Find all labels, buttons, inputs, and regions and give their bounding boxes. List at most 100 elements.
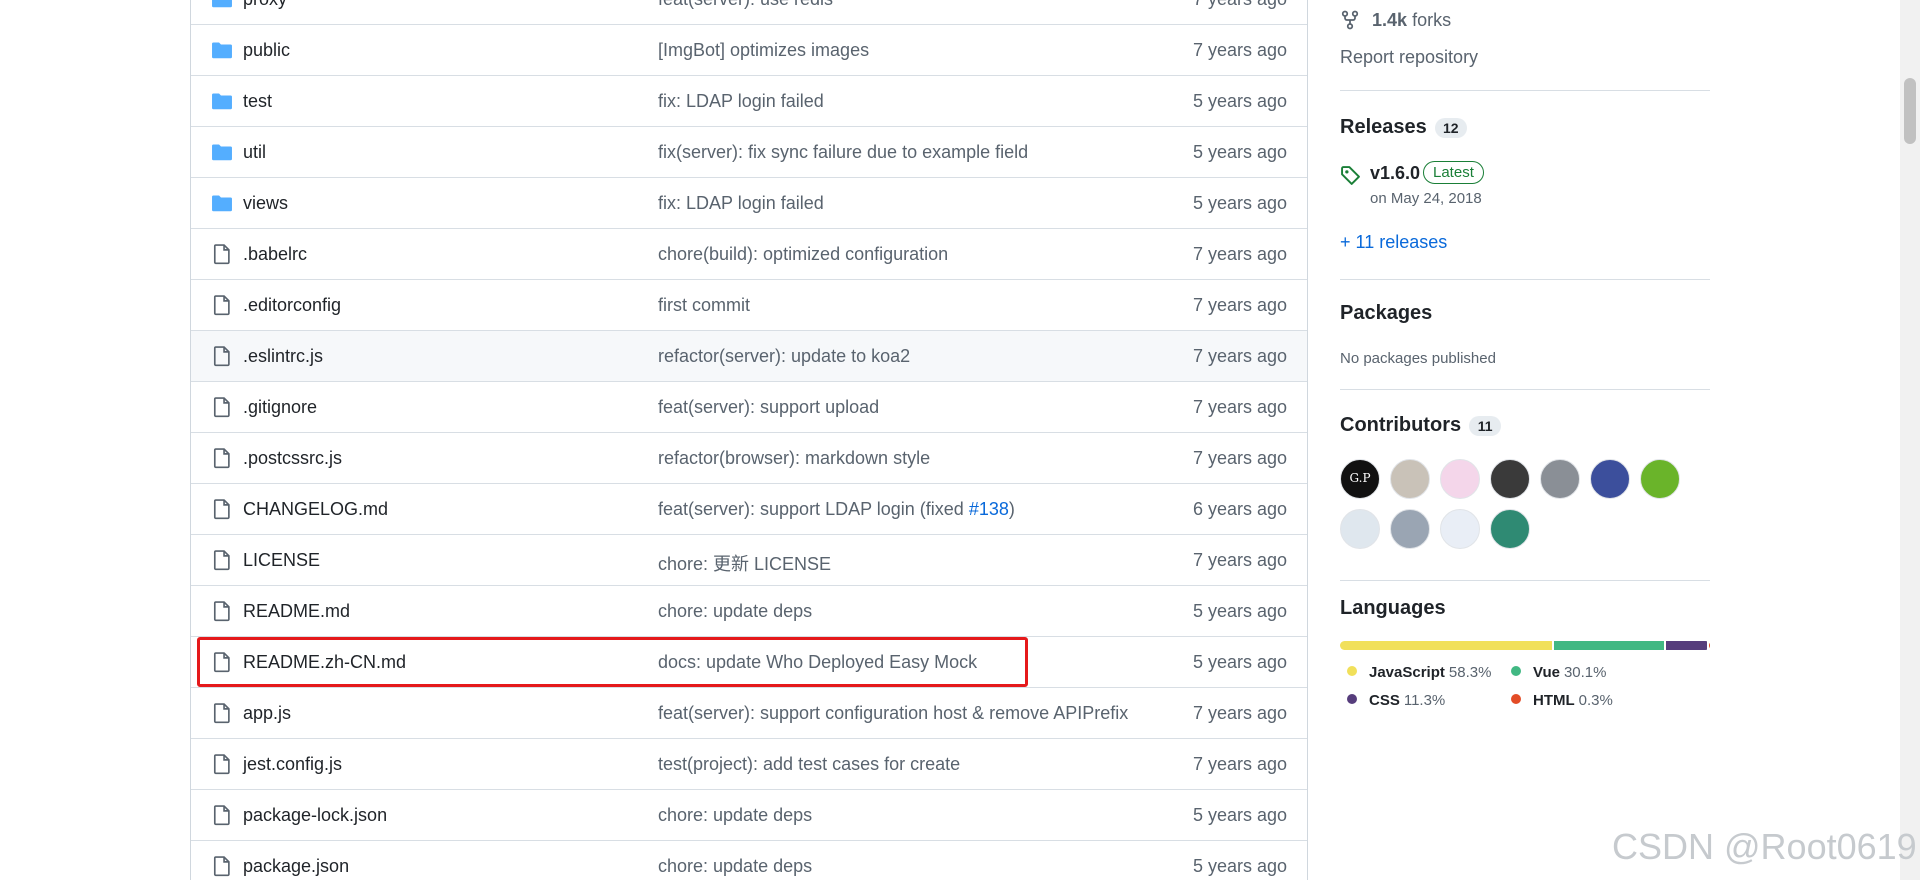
contributor-avatar[interactable]: G.P [1340, 459, 1380, 499]
file-name-link[interactable]: .editorconfig [243, 295, 341, 316]
file-name-link[interactable]: util [243, 142, 266, 163]
file-icon [211, 549, 233, 571]
commit-age: 7 years ago [1192, 244, 1287, 264]
file-name-link[interactable]: .eslintrc.js [243, 346, 323, 367]
file-name-link[interactable]: .babelrc [243, 244, 307, 265]
file-name-link[interactable]: jest.config.js [243, 754, 342, 775]
no-packages-text: No packages published [1340, 350, 1496, 367]
language-item[interactable]: CSS 11.3% [1347, 692, 1445, 709]
commit-message-link[interactable]: feat(server): support configuration host… [658, 703, 1128, 724]
more-releases-link[interactable]: + 11 releases [1340, 232, 1447, 253]
file-name-link[interactable]: .postcssrc.js [243, 448, 342, 469]
language-item[interactable]: HTML 0.3% [1511, 692, 1613, 709]
commit-message-text: fix: LDAP login failed [658, 91, 824, 111]
contributors-heading[interactable]: Contributors 11 [1340, 414, 1502, 437]
commit-message-link[interactable]: feat(server): support LDAP login (fixed … [658, 499, 1015, 520]
file-row[interactable]: public [ImgBot] optimizes images 7 years a… [191, 25, 1307, 76]
releases-title: Releases [1340, 116, 1427, 138]
file-row[interactable]: LICENSE chore: 更新 LICENSE 7 years ago [191, 535, 1307, 586]
contributor-avatar[interactable] [1640, 459, 1680, 499]
commit-message-link[interactable]: docs: update Who Deployed Easy Mock [658, 652, 977, 673]
file-row[interactable]: CHANGELOG.md feat(server): support LDAP l… [191, 484, 1307, 535]
file-name-link[interactable]: LICENSE [243, 550, 320, 571]
forks-link[interactable]: 1.4k forks [1372, 10, 1451, 31]
language-percent: 11.3% [1403, 692, 1446, 709]
commit-message-link[interactable]: feat(server): use redis [658, 0, 833, 10]
report-repository-link[interactable]: Report repository [1340, 47, 1478, 68]
commit-message-link[interactable]: fix: LDAP login failed [658, 193, 824, 214]
commit-message-link[interactable]: refactor(server): update to koa2 [658, 346, 910, 367]
file-row[interactable]: README.md chore: update deps 5 years ago [191, 586, 1307, 637]
folder-icon [211, 192, 233, 214]
file-row[interactable]: .gitignore feat(server): support upload 7 … [191, 382, 1307, 433]
commit-message-text: chore(build): optimized configuration [658, 244, 949, 264]
file-row[interactable]: test fix: LDAP login failed 5 years ago [191, 76, 1307, 127]
commit-message-link[interactable]: chore: update deps [658, 601, 812, 622]
file-name-link[interactable]: test [243, 91, 272, 112]
commit-message-link[interactable]: [ImgBot] optimizes images [658, 40, 869, 61]
commit-message-text: [ImgBot] optimizes images [658, 40, 870, 60]
packages-heading[interactable]: Packages [1340, 302, 1432, 325]
contributor-avatar[interactable] [1490, 459, 1530, 499]
file-name-link[interactable]: package.json [243, 856, 349, 877]
file-row[interactable]: views fix: LDAP login failed 5 years ago [191, 178, 1307, 229]
commit-message-link[interactable]: chore: update deps [658, 805, 812, 826]
commit-message-link[interactable]: chore: update deps [658, 856, 812, 877]
commit-age: 5 years ago [1192, 652, 1287, 672]
issue-link[interactable]: #138 [969, 499, 1009, 519]
file-name-link[interactable]: package-lock.json [243, 805, 387, 826]
languages-bar [1340, 641, 1710, 650]
commit-message-link[interactable]: first commit [658, 295, 750, 316]
commit-message-link[interactable]: chore(build): optimized configuration [658, 244, 948, 265]
commit-message-link[interactable]: chore: 更新 LICENSE [658, 550, 831, 576]
language-name: CSS [1369, 692, 1400, 709]
file-row[interactable]: package-lock.json chore: update deps 5 yea… [191, 790, 1307, 841]
scrollbar-thumb[interactable] [1904, 78, 1916, 144]
file-row[interactable]: util fix(server): fix sync failure due to… [191, 127, 1307, 178]
file-name-link[interactable]: README.zh-CN.md [243, 652, 406, 673]
commit-message-link[interactable]: refactor(browser): markdown style [658, 448, 930, 469]
commit-message-link[interactable]: test(project): add test cases for create [658, 754, 960, 775]
file-row[interactable]: .eslintrc.js refactor(server): update to … [191, 331, 1307, 382]
commit-message-link[interactable]: feat(server): support upload [658, 397, 879, 418]
file-row[interactable]: app.js feat(server): support configuratio… [191, 688, 1307, 739]
file-name-link[interactable]: README.md [243, 601, 350, 622]
file-name-link[interactable]: proxy [243, 0, 287, 10]
contributor-avatar[interactable] [1340, 509, 1380, 549]
contributor-avatar[interactable] [1440, 459, 1480, 499]
commit-message-text: chore: 更新 LICENSE [658, 554, 832, 574]
contributor-avatar[interactable] [1390, 509, 1430, 549]
file-name-link[interactable]: app.js [243, 703, 291, 724]
language-item[interactable]: JavaScript 58.3% [1347, 664, 1491, 681]
contributor-avatar[interactable] [1590, 459, 1630, 499]
language-item[interactable]: Vue 30.1% [1511, 664, 1607, 681]
commit-age: 5 years ago [1192, 856, 1287, 876]
file-row[interactable]: jest.config.js test(project): add test ca… [191, 739, 1307, 790]
file-row[interactable]: package.json chore: update deps 5 years ag… [191, 841, 1307, 880]
commit-message-link[interactable]: fix(server): fix sync failure due to exa… [658, 142, 1028, 163]
language-name: JavaScript [1369, 664, 1445, 681]
commit-message-link[interactable]: fix: LDAP login failed [658, 91, 824, 112]
commit-message-text: chore: update deps [658, 805, 813, 825]
file-name-link[interactable]: .gitignore [243, 397, 317, 418]
file-name-link[interactable]: views [243, 193, 288, 214]
contributor-avatar[interactable] [1440, 509, 1480, 549]
latest-badge: Latest [1423, 161, 1484, 184]
page-scrollbar[interactable] [1900, 0, 1920, 880]
contributor-avatar[interactable] [1390, 459, 1430, 499]
contributor-avatar[interactable] [1540, 459, 1580, 499]
file-name-link[interactable]: CHANGELOG.md [243, 499, 388, 520]
file-row[interactable]: .babelrc chore(build): optimized configur… [191, 229, 1307, 280]
latest-release-link[interactable]: v1.6.0 [1370, 163, 1420, 184]
file-icon [211, 753, 233, 775]
file-icon [211, 345, 233, 367]
releases-heading[interactable]: Releases 12 [1340, 116, 1467, 139]
file-row[interactable]: proxy feat(server): use redis 7 years ago [191, 0, 1307, 25]
file-row[interactable]: .postcssrc.js refactor(browser): markdown… [191, 433, 1307, 484]
file-row[interactable]: README.zh-CN.md docs: update Who Deployed… [191, 637, 1307, 688]
commit-age: 5 years ago [1192, 142, 1287, 162]
file-name-link[interactable]: public [243, 40, 290, 61]
contributor-avatar[interactable] [1490, 509, 1530, 549]
commit-age: 7 years ago [1192, 550, 1287, 570]
file-row[interactable]: .editorconfig first commit 7 years ago [191, 280, 1307, 331]
